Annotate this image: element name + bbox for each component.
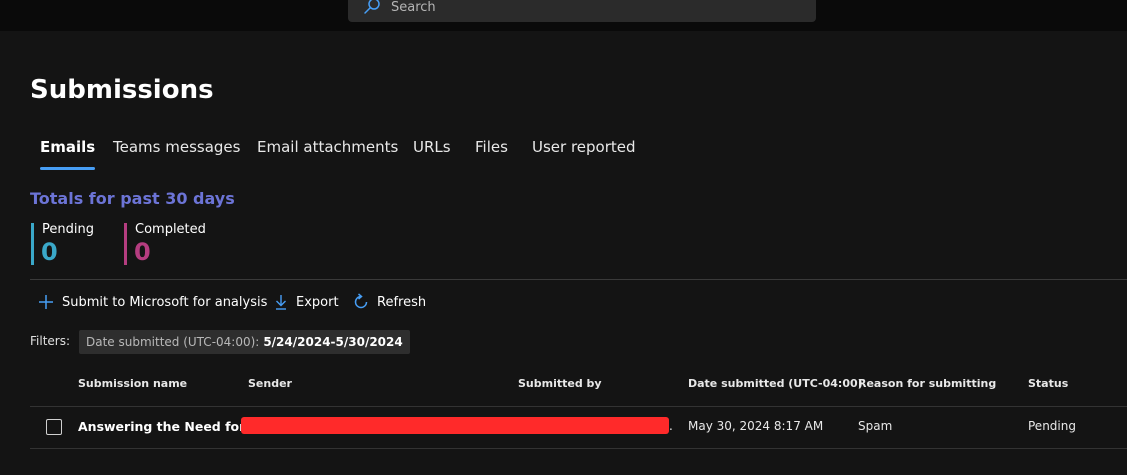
date-filter-chip[interactable]: Date submitted (UTC-04:00): 5/24/2024-5/… — [79, 330, 410, 354]
table-row-divider-bottom — [30, 448, 1127, 449]
table-row-divider-top — [30, 406, 1127, 407]
stat-completed-label: Completed — [135, 222, 206, 237]
redaction-ellipsis: . — [669, 419, 673, 433]
search-box[interactable]: Search — [348, 0, 816, 22]
refresh-icon — [354, 293, 368, 309]
top-bar: Search — [0, 0, 1127, 31]
download-icon — [276, 295, 286, 310]
plus-icon — [39, 295, 53, 309]
tab-files[interactable]: Files — [475, 138, 508, 172]
tab-teams-messages[interactable]: Teams messages — [113, 138, 240, 172]
column-header-date-submitted[interactable]: Date submitted (UTC-04:00) — [688, 377, 863, 390]
refresh-button[interactable]: Refresh — [352, 290, 426, 314]
refresh-button-label: Refresh — [377, 294, 427, 310]
redaction-bar — [241, 417, 669, 434]
submit-button[interactable]: Submit to Microsoft for analysis — [37, 290, 267, 314]
stat-pending-label: Pending — [42, 222, 94, 237]
stat-completed-bar — [124, 223, 127, 265]
column-header-submission-name[interactable]: Submission name — [78, 377, 187, 390]
cell-date-submitted: May 30, 2024 8:17 AM — [688, 419, 824, 433]
tab-email-attachments[interactable]: Email attachments — [257, 138, 398, 172]
column-header-submitted-by[interactable]: Submitted by — [518, 377, 602, 390]
totals-title: Totals for past 30 days — [30, 189, 235, 208]
cell-reason: Spam — [858, 419, 893, 433]
filter-chip-key: Date submitted (UTC-04:00): — [86, 335, 260, 349]
export-button-label: Export — [296, 294, 339, 310]
row-checkbox[interactable] — [46, 419, 62, 435]
tab-user-reported[interactable]: User reported — [532, 138, 636, 172]
search-icon — [364, 0, 380, 14]
tab-urls[interactable]: URLs — [413, 138, 451, 172]
cell-status: Pending — [1028, 419, 1076, 433]
page-title: Submissions — [30, 75, 214, 105]
column-header-reason[interactable]: Reason for submitting — [858, 377, 996, 390]
submit-button-label: Submit to Microsoft for analysis — [62, 294, 268, 310]
export-button[interactable]: Export — [273, 290, 339, 314]
column-header-status[interactable]: Status — [1028, 377, 1068, 390]
tab-emails[interactable]: Emails — [40, 138, 96, 172]
stat-pending-bar — [31, 223, 34, 265]
stat-completed: Completed 0 — [124, 222, 206, 266]
stat-pending-value: 0 — [41, 238, 58, 266]
column-header-sender[interactable]: Sender — [248, 377, 292, 390]
stat-pending: Pending 0 — [31, 222, 94, 266]
filter-chip-value: 5/24/2024-5/30/2024 — [263, 335, 403, 349]
search-placeholder: Search — [391, 0, 436, 15]
cell-submission-name[interactable]: Answering the Need for... — [78, 419, 258, 434]
section-divider — [30, 279, 1127, 280]
stat-completed-value: 0 — [134, 238, 151, 266]
filters-label: Filters: — [30, 334, 71, 348]
